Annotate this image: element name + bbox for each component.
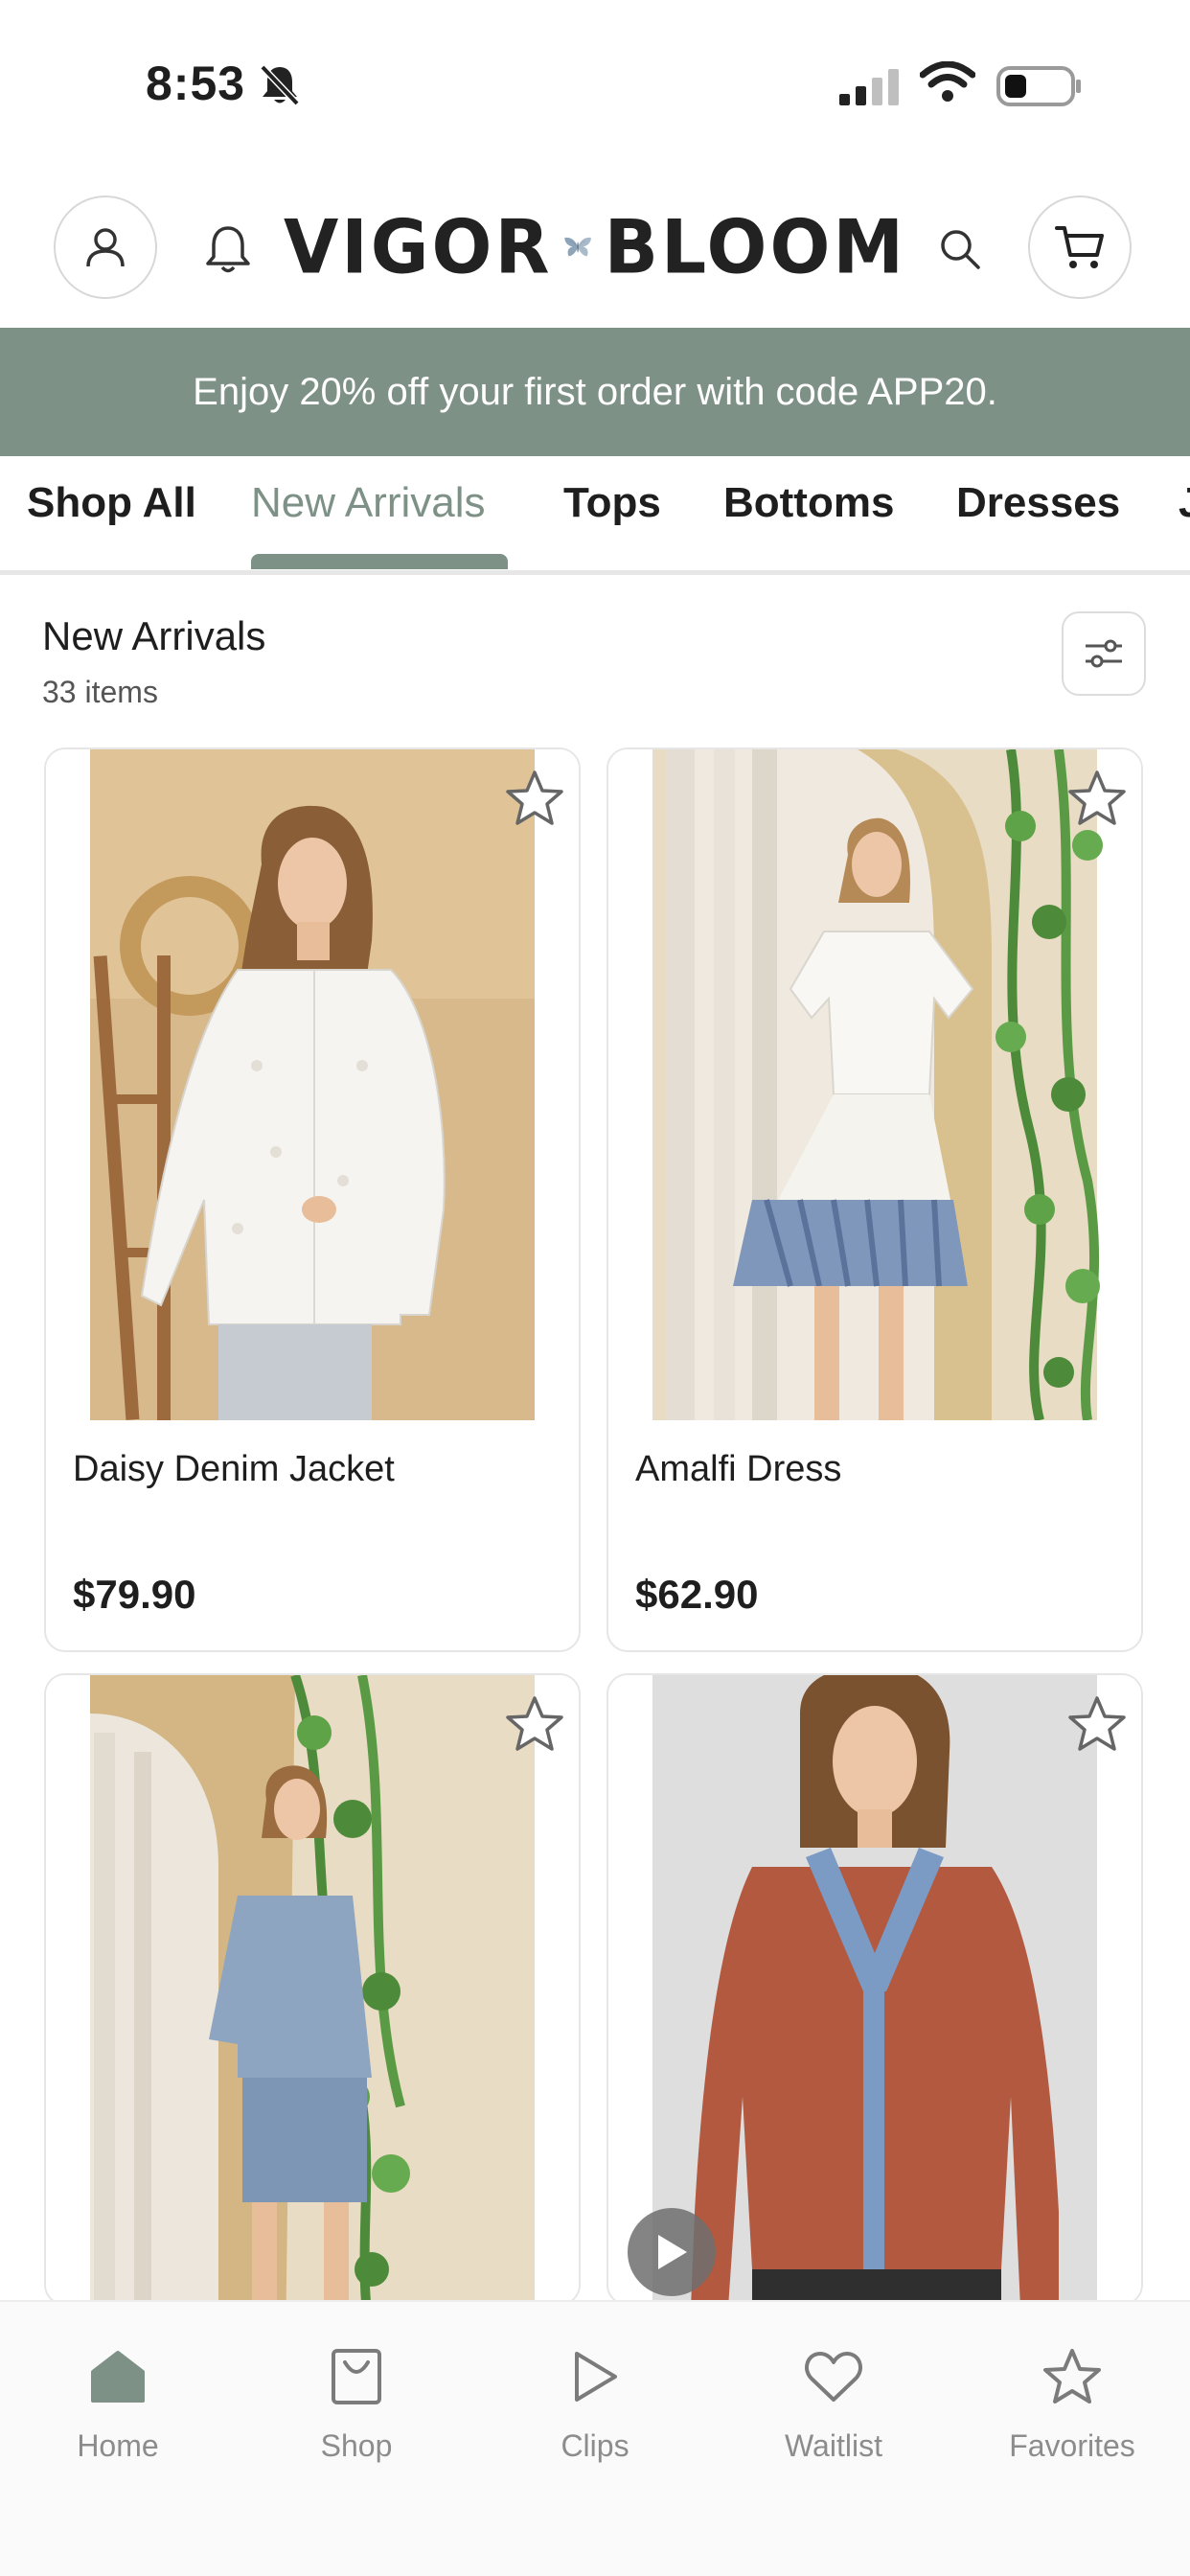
- tab-dresses[interactable]: Dresses: [956, 479, 1120, 527]
- product-image[interactable]: [608, 1675, 1141, 2304]
- active-tab-indicator: [251, 554, 508, 569]
- product-price: $62.90: [635, 1572, 759, 1617]
- nav-label: Shop: [320, 2428, 393, 2463]
- favorite-star-icon[interactable]: [504, 1694, 565, 1754]
- product-card[interactable]: Daisy Denim Jacket $79.90: [44, 748, 581, 1652]
- play-icon: [658, 2235, 687, 2269]
- status-bar: 8:53: [0, 0, 1190, 172]
- product-card[interactable]: [606, 1673, 1143, 2306]
- shopping-bag-icon: [332, 2349, 381, 2404]
- filter-sliders-icon: [1086, 639, 1122, 668]
- search-button[interactable]: [929, 218, 991, 280]
- home-icon: [91, 2351, 145, 2403]
- bottom-navigation: Home Shop Clips Waitlist Favorites: [0, 2300, 1190, 2576]
- nav-waitlist[interactable]: Waitlist: [728, 2340, 939, 2474]
- video-play-button[interactable]: [628, 2208, 716, 2296]
- product-card[interactable]: [44, 1673, 581, 2306]
- wifi-icon: [919, 60, 976, 108]
- product-image[interactable]: [608, 749, 1141, 1420]
- nav-label: Home: [77, 2428, 159, 2463]
- favorite-star-icon[interactable]: [504, 769, 565, 828]
- product-card[interactable]: Amalfi Dress $62.90: [606, 748, 1143, 1652]
- tab-new-arrivals[interactable]: New Arrivals: [251, 479, 486, 527]
- logo-word-left: VIGOR: [284, 203, 553, 291]
- status-time: 8:53: [146, 57, 246, 110]
- star-icon: [1043, 2349, 1101, 2404]
- nav-shop[interactable]: Shop: [251, 2340, 462, 2474]
- logo-word-right: BLOOM: [604, 203, 906, 291]
- cellular-signal-icon: [839, 67, 903, 110]
- butterfly-logo-icon: [564, 237, 592, 257]
- filter-button[interactable]: [1062, 611, 1146, 696]
- item-count: 33 items: [42, 675, 158, 709]
- product-price: $79.90: [73, 1572, 196, 1617]
- account-button[interactable]: [54, 196, 157, 299]
- product-image[interactable]: [46, 1675, 579, 2304]
- brand-logo[interactable]: VIGOR BLOOM: [284, 199, 906, 295]
- battery-icon: [996, 65, 1083, 112]
- tab-bottoms[interactable]: Bottoms: [723, 479, 894, 527]
- user-icon: [86, 228, 125, 267]
- tab-tops[interactable]: Tops: [563, 479, 661, 527]
- notifications-button[interactable]: [197, 218, 259, 280]
- nav-clips[interactable]: Clips: [490, 2340, 700, 2474]
- heart-icon: [805, 2352, 862, 2402]
- favorite-star-icon[interactable]: [1066, 769, 1128, 828]
- section-title: New Arrivals: [42, 613, 266, 658]
- nav-home[interactable]: Home: [12, 2340, 223, 2474]
- cart-button[interactable]: [1028, 196, 1132, 299]
- category-tabs: Shop All New Arrivals Tops Bottoms Dress…: [0, 458, 1190, 575]
- tab-shop-all[interactable]: Shop All: [27, 479, 196, 527]
- product-image[interactable]: [46, 749, 579, 1420]
- product-name[interactable]: Amalfi Dress: [635, 1449, 841, 1490]
- nav-label: Waitlist: [785, 2428, 882, 2463]
- bell-icon: [206, 226, 250, 273]
- product-name[interactable]: Daisy Denim Jacket: [73, 1449, 395, 1490]
- silent-bell-icon: [259, 63, 301, 112]
- promo-banner[interactable]: Enjoy 20% off your first order with code…: [0, 328, 1190, 456]
- play-outline-icon: [575, 2352, 617, 2402]
- promo-text: Enjoy 20% off your first order with code…: [193, 370, 997, 413]
- tab-jackets-partial[interactable]: J: [1179, 479, 1190, 527]
- nav-label: Favorites: [1009, 2428, 1135, 2463]
- cart-icon: [1055, 226, 1104, 268]
- favorite-star-icon[interactable]: [1066, 1694, 1128, 1754]
- app-header: VIGOR BLOOM: [0, 182, 1190, 326]
- nav-favorites[interactable]: Favorites: [967, 2340, 1178, 2474]
- search-icon: [941, 230, 980, 269]
- nav-label: Clips: [561, 2428, 629, 2463]
